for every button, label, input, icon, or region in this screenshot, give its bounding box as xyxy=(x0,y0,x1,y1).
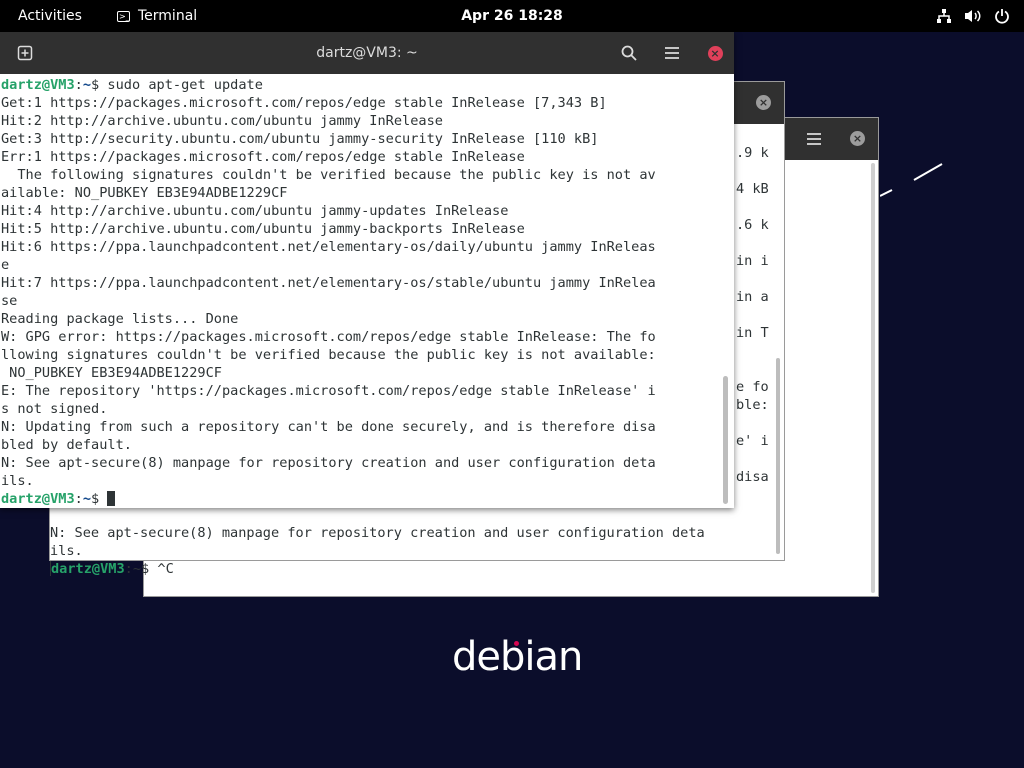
cursor xyxy=(107,491,116,506)
close-button[interactable]: × xyxy=(703,41,727,65)
output-line-fragment: e' i xyxy=(736,433,769,449)
system-tray[interactable] xyxy=(936,0,1010,32)
output-line: ils. xyxy=(50,543,83,559)
output-line: e xyxy=(1,256,656,274)
new-tab-button[interactable] xyxy=(13,41,37,65)
output-line-fragment: disa xyxy=(736,469,769,485)
debian-logo-dot xyxy=(514,641,519,646)
prompt-user: dartz@VM3 xyxy=(1,77,75,93)
prompt-user: dartz@VM3 xyxy=(51,561,125,577)
line-text: : xyxy=(74,491,83,507)
line-text: : xyxy=(74,77,83,93)
line-text: Err:1 https://packages.microsoft.com/rep… xyxy=(1,149,525,165)
output-line: Hit:5 http://archive.ubuntu.com/ubuntu j… xyxy=(1,220,656,238)
power-icon[interactable] xyxy=(994,8,1010,24)
output-line: Reading package lists... Done xyxy=(1,310,656,328)
line-text: ils. xyxy=(1,473,34,489)
output-line: NO_PUBKEY EB3E94ADBE1229CF xyxy=(1,364,656,382)
line-text: Reading package lists... Done xyxy=(1,311,239,327)
terminal-icon: >_ xyxy=(117,10,130,22)
search-icon xyxy=(621,45,637,61)
line-text: N: Updating from such a repository can't… xyxy=(1,419,656,435)
output-line-fragment: in T xyxy=(736,325,769,341)
close-icon[interactable]: × xyxy=(850,131,865,146)
output-line: Hit:7 https://ppa.launchpadcontent.net/e… xyxy=(1,274,656,292)
line-text: The following signatures couldn't be ver… xyxy=(1,167,656,183)
line-text: ailable: NO_PUBKEY EB3E94ADBE1229CF xyxy=(1,185,288,201)
line-text: W: GPG error: https://packages.microsoft… xyxy=(1,329,656,345)
output-line-fragment: .9 k xyxy=(736,145,769,161)
terminal-window-front[interactable]: dartz@VM3: ~ × dartz@VM3:~$ sudo apt-get… xyxy=(0,32,734,508)
scrollbar[interactable] xyxy=(871,163,875,593)
output-line-fragment: ble: xyxy=(736,397,769,413)
desktop-decoration xyxy=(880,163,943,197)
output-line: dartz@VM3:~$ sudo apt-get update xyxy=(1,76,656,94)
app-menu-button[interactable]: >_ Terminal xyxy=(117,0,197,32)
new-tab-icon xyxy=(17,45,33,61)
menu-icon[interactable] xyxy=(806,131,822,150)
output-line: Hit:6 https://ppa.launchpadcontent.net/e… xyxy=(1,238,656,256)
output-line-fragment: 4 kB xyxy=(736,181,769,197)
app-menu-label: Terminal xyxy=(138,8,198,24)
close-icon[interactable]: × xyxy=(756,95,771,110)
output-line-fragment: .6 k xyxy=(736,217,769,233)
terminal-output[interactable]: dartz@VM3:~$ sudo apt-get update Get:1 ht… xyxy=(1,76,656,508)
activities-button[interactable]: Activities xyxy=(18,0,82,32)
output-line: ailable: NO_PUBKEY EB3E94ADBE1229CF xyxy=(1,184,656,202)
line-text: llowing signatures couldn't be verified … xyxy=(1,347,656,363)
menu-button[interactable] xyxy=(660,41,684,65)
output-line: W: GPG error: https://packages.microsoft… xyxy=(1,328,656,346)
line-text: s not signed. xyxy=(1,401,108,417)
output-line: Err:1 https://packages.microsoft.com/rep… xyxy=(1,148,656,166)
scrollbar[interactable] xyxy=(776,358,780,554)
search-button[interactable] xyxy=(617,41,641,65)
output-line-fragment: e fo xyxy=(736,379,769,395)
volume-icon[interactable] xyxy=(964,8,982,24)
line-text: E: The repository 'https://packages.micr… xyxy=(1,383,656,399)
line-text: Hit:5 http://archive.ubuntu.com/ubuntu j… xyxy=(1,221,525,237)
line-text: Get:1 https://packages.microsoft.com/rep… xyxy=(1,95,607,111)
output-line: Hit:4 http://archive.ubuntu.com/ubuntu j… xyxy=(1,202,656,220)
line-text: $ xyxy=(91,491,108,507)
output-line-fragment: in a xyxy=(736,289,769,305)
top-bar: Activities >_ Terminal Apr 26 18:28 xyxy=(0,0,1024,32)
output-line: Hit:2 http://archive.ubuntu.com/ubuntu j… xyxy=(1,112,656,130)
output-line: s not signed. xyxy=(1,400,656,418)
terminal-output[interactable]: N: See apt-secure(8) manpage for reposit… xyxy=(50,506,705,578)
output-line: ils. xyxy=(1,472,656,490)
output-line: N: See apt-secure(8) manpage for reposit… xyxy=(1,454,656,472)
prompt-path: ~ xyxy=(82,77,92,93)
line-text: $ sudo apt-get update xyxy=(91,77,263,93)
line-text: se xyxy=(1,293,18,309)
line-text: bled by default. xyxy=(1,437,132,453)
prompt-user: dartz@VM3 xyxy=(1,491,75,507)
line-text: Hit:7 https://ppa.launchpadcontent.net/e… xyxy=(1,275,656,291)
line-text: Get:3 http://security.ubuntu.com/ubuntu … xyxy=(1,131,599,147)
output-line: N: Updating from such a repository can't… xyxy=(1,418,656,436)
prompt-path: ~ xyxy=(82,491,92,507)
clock[interactable]: Apr 26 18:28 xyxy=(461,8,563,24)
output-line: llowing signatures couldn't be verified … xyxy=(1,346,656,364)
network-icon[interactable] xyxy=(936,8,952,24)
output-line: se xyxy=(1,292,656,310)
line-text: Hit:2 http://archive.ubuntu.com/ubuntu j… xyxy=(1,113,443,129)
output-line: E: The repository 'https://packages.micr… xyxy=(1,382,656,400)
output-line: N: See apt-secure(8) manpage for reposit… xyxy=(50,525,705,541)
headerbar[interactable]: dartz@VM3: ~ × xyxy=(0,32,734,74)
output-line: dartz@VM3:~$ xyxy=(1,490,656,508)
line-text: e xyxy=(1,257,10,273)
scrollbar[interactable] xyxy=(723,376,728,504)
line-text: Hit:6 https://ppa.launchpadcontent.net/e… xyxy=(1,239,656,255)
output-line: Get:3 http://security.ubuntu.com/ubuntu … xyxy=(1,130,656,148)
line-text: Hit:4 http://archive.ubuntu.com/ubuntu j… xyxy=(1,203,509,219)
output-line: The following signatures couldn't be ver… xyxy=(1,166,656,184)
output-line: bled by default. xyxy=(1,436,656,454)
line-text: N: See apt-secure(8) manpage for reposit… xyxy=(1,455,656,471)
hamburger-menu-icon xyxy=(665,47,679,59)
close-icon: × xyxy=(707,45,723,61)
output-line-fragment: in i xyxy=(736,253,769,269)
line-text: NO_PUBKEY EB3E94ADBE1229CF xyxy=(1,365,222,381)
output-line: Get:1 https://packages.microsoft.com/rep… xyxy=(1,94,656,112)
prompt-rest: :~$ ^C xyxy=(124,561,174,577)
